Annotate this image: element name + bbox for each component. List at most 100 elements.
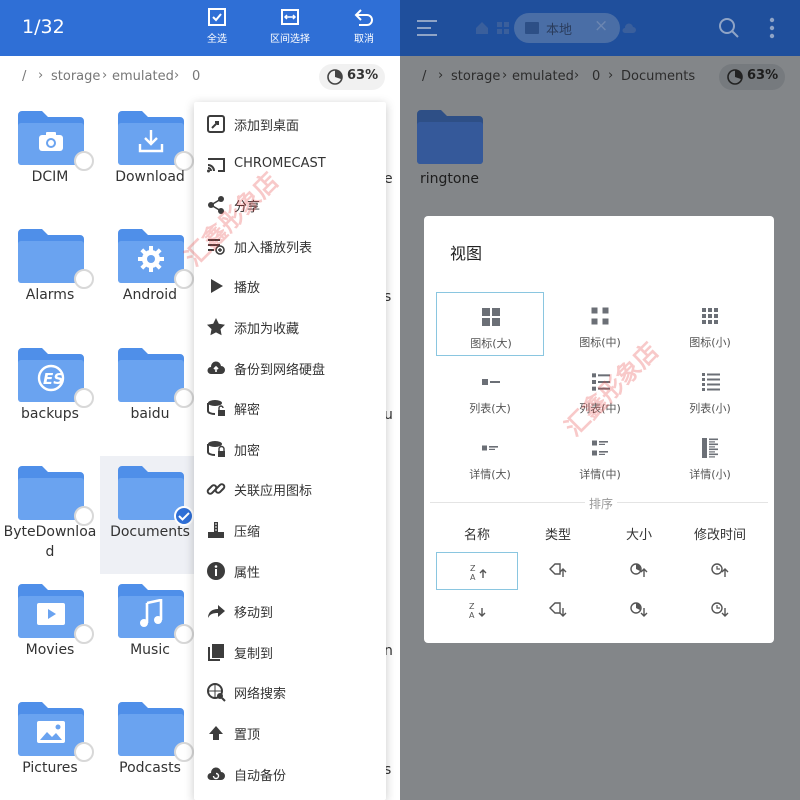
selection-count: 1/32 (22, 16, 65, 38)
menu-item[interactable]: 压缩 (194, 510, 386, 550)
folder-item[interactable]: Podcasts (100, 692, 200, 800)
menu-item-label: 自动备份 (234, 768, 287, 784)
breadcrumb-0[interactable]: 0 (192, 69, 200, 84)
breadcrumb-root[interactable]: / (422, 69, 426, 84)
view-option[interactable]: 详情(小) (656, 424, 764, 488)
menu-item[interactable]: 复制到 (194, 632, 386, 672)
sort-column-size: 大小 (625, 528, 652, 543)
tab-local[interactable]: 本地 × (514, 13, 620, 43)
menu-item[interactable]: 属性 (194, 551, 386, 591)
folder-item[interactable]: Documents (100, 456, 200, 574)
folder-name: ByteDownload (3, 524, 97, 560)
view-option[interactable]: 图标(大) (436, 292, 544, 356)
view-option[interactable]: 列表(小) (656, 358, 764, 422)
menu-item[interactable]: 自动备份 (194, 754, 386, 794)
dialog-title: 视图 (450, 244, 483, 263)
close-tab-icon[interactable]: × (594, 16, 608, 36)
menu-item-label: 复制到 (234, 646, 274, 662)
sort-button[interactable] (679, 552, 761, 590)
details-small-icon (700, 438, 720, 458)
sort-button[interactable]: ZA (436, 591, 518, 629)
grid-medium-icon (590, 306, 610, 326)
folder-name: Podcasts (119, 760, 181, 776)
folder-item[interactable]: DCIM (0, 101, 100, 219)
folder-item[interactable]: ES backups (0, 338, 100, 456)
pie-chart-icon (327, 69, 343, 85)
info-icon (206, 561, 226, 581)
tablet-icon (525, 22, 539, 34)
home-icon[interactable] (475, 21, 489, 35)
folder-item[interactable]: baidu (100, 338, 200, 456)
add-to-desktop-icon (206, 114, 226, 134)
breadcrumb-documents[interactable]: Documents (621, 69, 695, 84)
breadcrumb-storage[interactable]: storage (51, 69, 100, 84)
folder-name: Pictures (22, 760, 78, 776)
menu-item[interactable]: 加密 (194, 429, 386, 469)
select-all-label: 全选 (207, 34, 227, 45)
menu-item[interactable]: 播放 (194, 266, 386, 306)
select-all-button[interactable]: 全选 (187, 7, 247, 51)
decrypt-icon (206, 398, 226, 418)
web-search-icon (206, 682, 226, 703)
range-select-button[interactable]: 区间选择 (260, 7, 320, 51)
sort-button[interactable] (517, 552, 599, 590)
play-icon (206, 276, 226, 296)
cancel-button[interactable]: 取消 (334, 7, 394, 51)
sort-button[interactable] (598, 552, 680, 590)
apps-icon[interactable] (496, 21, 510, 35)
cloud-icon[interactable] (622, 22, 636, 34)
menu-item[interactable]: 置顶 (194, 713, 386, 753)
folder-item[interactable]: ByteDownload (0, 456, 100, 574)
link-icon (206, 479, 226, 499)
sort-column-modified: 修改时间 (693, 528, 746, 543)
folder-item[interactable]: Alarms (0, 219, 100, 337)
select-all-icon (208, 8, 226, 26)
menu-item[interactable]: CHROMECAST (194, 145, 386, 185)
menu-item[interactable]: 添加到桌面 (194, 104, 386, 144)
cloud-upload-icon (206, 358, 226, 378)
view-dialog: 视图 图标(大) 图标(中) 图标(小) 列表(大) 列表(中) 列表(小) 详情(大) 详情… (424, 216, 774, 643)
view-option[interactable]: 详情(中) (546, 424, 654, 488)
folder-name: Movies (25, 642, 75, 658)
storage-usage-badge[interactable]: 63% (719, 64, 785, 90)
view-option[interactable]: 列表(大) (436, 358, 544, 422)
folder-item[interactable]: Music (100, 574, 200, 692)
svg-text:Z: Z (469, 602, 475, 611)
sort-button[interactable] (517, 591, 599, 629)
more-options-icon[interactable] (769, 17, 775, 39)
menu-item-label: 解密 (234, 403, 261, 419)
folder-item[interactable]: Download (100, 101, 200, 219)
folder-ringtone[interactable] (417, 108, 483, 164)
menu-item[interactable]: 解密 (194, 388, 386, 428)
view-option[interactable]: 详情(大) (436, 424, 544, 488)
menu-item-label: 移动到 (234, 606, 274, 622)
sort-button[interactable] (598, 591, 680, 629)
menu-item-label: 网络搜索 (234, 687, 287, 703)
storage-usage-badge[interactable]: 63% (319, 64, 385, 90)
menu-item[interactable]: 关联应用图标 (194, 469, 386, 509)
svg-text:A: A (469, 611, 475, 620)
breadcrumb-storage[interactable]: storage (451, 69, 500, 84)
breadcrumb-0[interactable]: 0 (592, 69, 600, 84)
breadcrumb-emulated[interactable]: emulated (512, 69, 574, 84)
folder-item[interactable]: Movies (0, 574, 100, 692)
breadcrumb-emulated[interactable]: emulated (112, 69, 174, 84)
menu-item-label: 关联应用图标 (234, 484, 313, 500)
cancel-icon (354, 9, 373, 26)
breadcrumb-root[interactable]: / (22, 69, 26, 84)
sort-button[interactable] (679, 591, 761, 629)
menu-item[interactable]: 移动到 (194, 591, 386, 631)
view-option-label: 图标(小) (689, 336, 731, 349)
folder-item[interactable]: Pictures (0, 692, 100, 800)
menu-item[interactable]: 网络搜索 (194, 672, 386, 712)
menu-item[interactable]: 添加为收藏 (194, 307, 386, 347)
menu-item[interactable]: 备份到网络硬盘 (194, 348, 386, 388)
view-option[interactable]: 图标(小) (656, 292, 764, 356)
search-icon[interactable] (718, 17, 740, 39)
sort-section-title: 排序 (585, 495, 618, 512)
encrypt-icon (206, 439, 226, 459)
play-icon (18, 594, 84, 634)
sort-button[interactable]: ZA (436, 552, 518, 590)
menu-icon[interactable] (416, 18, 438, 38)
range-select-label: 区间选择 (270, 34, 310, 45)
